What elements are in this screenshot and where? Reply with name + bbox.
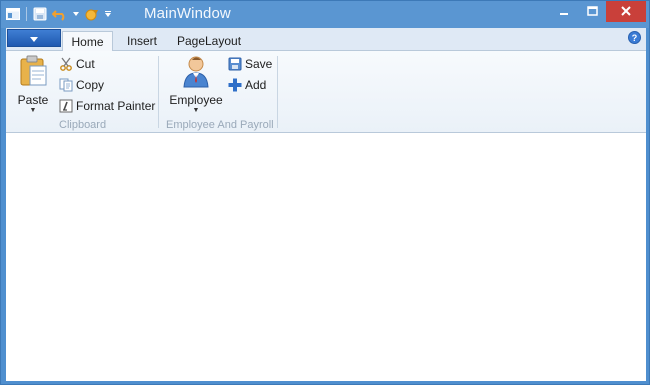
clipboard-group-label: Clipboard bbox=[59, 119, 107, 131]
floppy-save-icon bbox=[228, 57, 242, 71]
cut-button[interactable]: Cut bbox=[59, 54, 95, 73]
application-menu-button[interactable] bbox=[7, 29, 61, 47]
maximize-button[interactable] bbox=[578, 1, 606, 22]
client-area: Home Insert PageLayout ? Paste ▼ Cut Cop… bbox=[6, 28, 646, 381]
cut-label: Cut bbox=[76, 56, 95, 71]
paste-dropdown-icon: ▼ bbox=[29, 107, 37, 114]
employee-button[interactable]: Employee ▼ bbox=[169, 54, 223, 115]
group-separator bbox=[158, 56, 159, 128]
maximize-icon bbox=[586, 5, 598, 19]
format-painter-label: Format Painter bbox=[76, 98, 156, 113]
tab-pagelayout[interactable]: PageLayout bbox=[172, 31, 246, 52]
title-bar: MainWindow bbox=[1, 1, 649, 28]
scissors-icon bbox=[59, 57, 73, 71]
undo-dropdown-icon[interactable] bbox=[72, 6, 80, 22]
save-label: Save bbox=[245, 56, 273, 71]
copy-label: Copy bbox=[76, 77, 105, 92]
chevron-down-icon bbox=[30, 31, 38, 45]
tab-home[interactable]: Home bbox=[62, 31, 113, 52]
redo-icon[interactable] bbox=[84, 6, 100, 22]
plus-icon bbox=[228, 78, 242, 92]
add-button[interactable]: Add bbox=[228, 75, 266, 94]
app-icon[interactable] bbox=[5, 6, 21, 22]
paste-button[interactable]: Paste ▼ bbox=[17, 54, 49, 115]
employee-dropdown-icon: ▼ bbox=[192, 107, 200, 114]
customize-dropdown-icon[interactable] bbox=[104, 6, 112, 22]
help-icon[interactable]: ? bbox=[628, 31, 641, 44]
minimize-button[interactable] bbox=[550, 1, 578, 22]
format-painter-button[interactable]: Format Painter bbox=[59, 96, 155, 115]
qat-separator bbox=[26, 7, 27, 21]
employee-icon bbox=[181, 54, 211, 91]
close-icon bbox=[621, 5, 631, 19]
minimize-icon bbox=[559, 5, 569, 19]
document-area[interactable] bbox=[6, 134, 646, 381]
quick-access-toolbar bbox=[5, 5, 112, 23]
copy-icon bbox=[59, 78, 73, 92]
format-painter-icon bbox=[59, 99, 73, 113]
close-button[interactable] bbox=[606, 1, 646, 22]
ribbon-panel: Paste ▼ Cut Copy Format Painter Clipboar… bbox=[6, 51, 646, 133]
paste-label: Paste bbox=[17, 93, 49, 107]
copy-button[interactable]: Copy bbox=[59, 75, 104, 94]
window-title: MainWindow bbox=[144, 5, 231, 22]
save-button[interactable]: Save bbox=[228, 54, 272, 73]
paste-icon bbox=[17, 54, 49, 91]
add-label: Add bbox=[245, 77, 267, 92]
employee-group-label: Employee And Payroll bbox=[166, 119, 274, 131]
ribbon-tab-strip: Home Insert PageLayout ? bbox=[6, 28, 646, 52]
undo-icon[interactable] bbox=[52, 6, 68, 22]
main-window: MainWindow Home Insert PageLayout ? Past… bbox=[0, 0, 650, 385]
save-icon[interactable] bbox=[32, 6, 48, 22]
employee-label: Employee bbox=[169, 93, 223, 107]
tab-insert[interactable]: Insert bbox=[119, 31, 165, 52]
group-separator bbox=[277, 56, 278, 128]
